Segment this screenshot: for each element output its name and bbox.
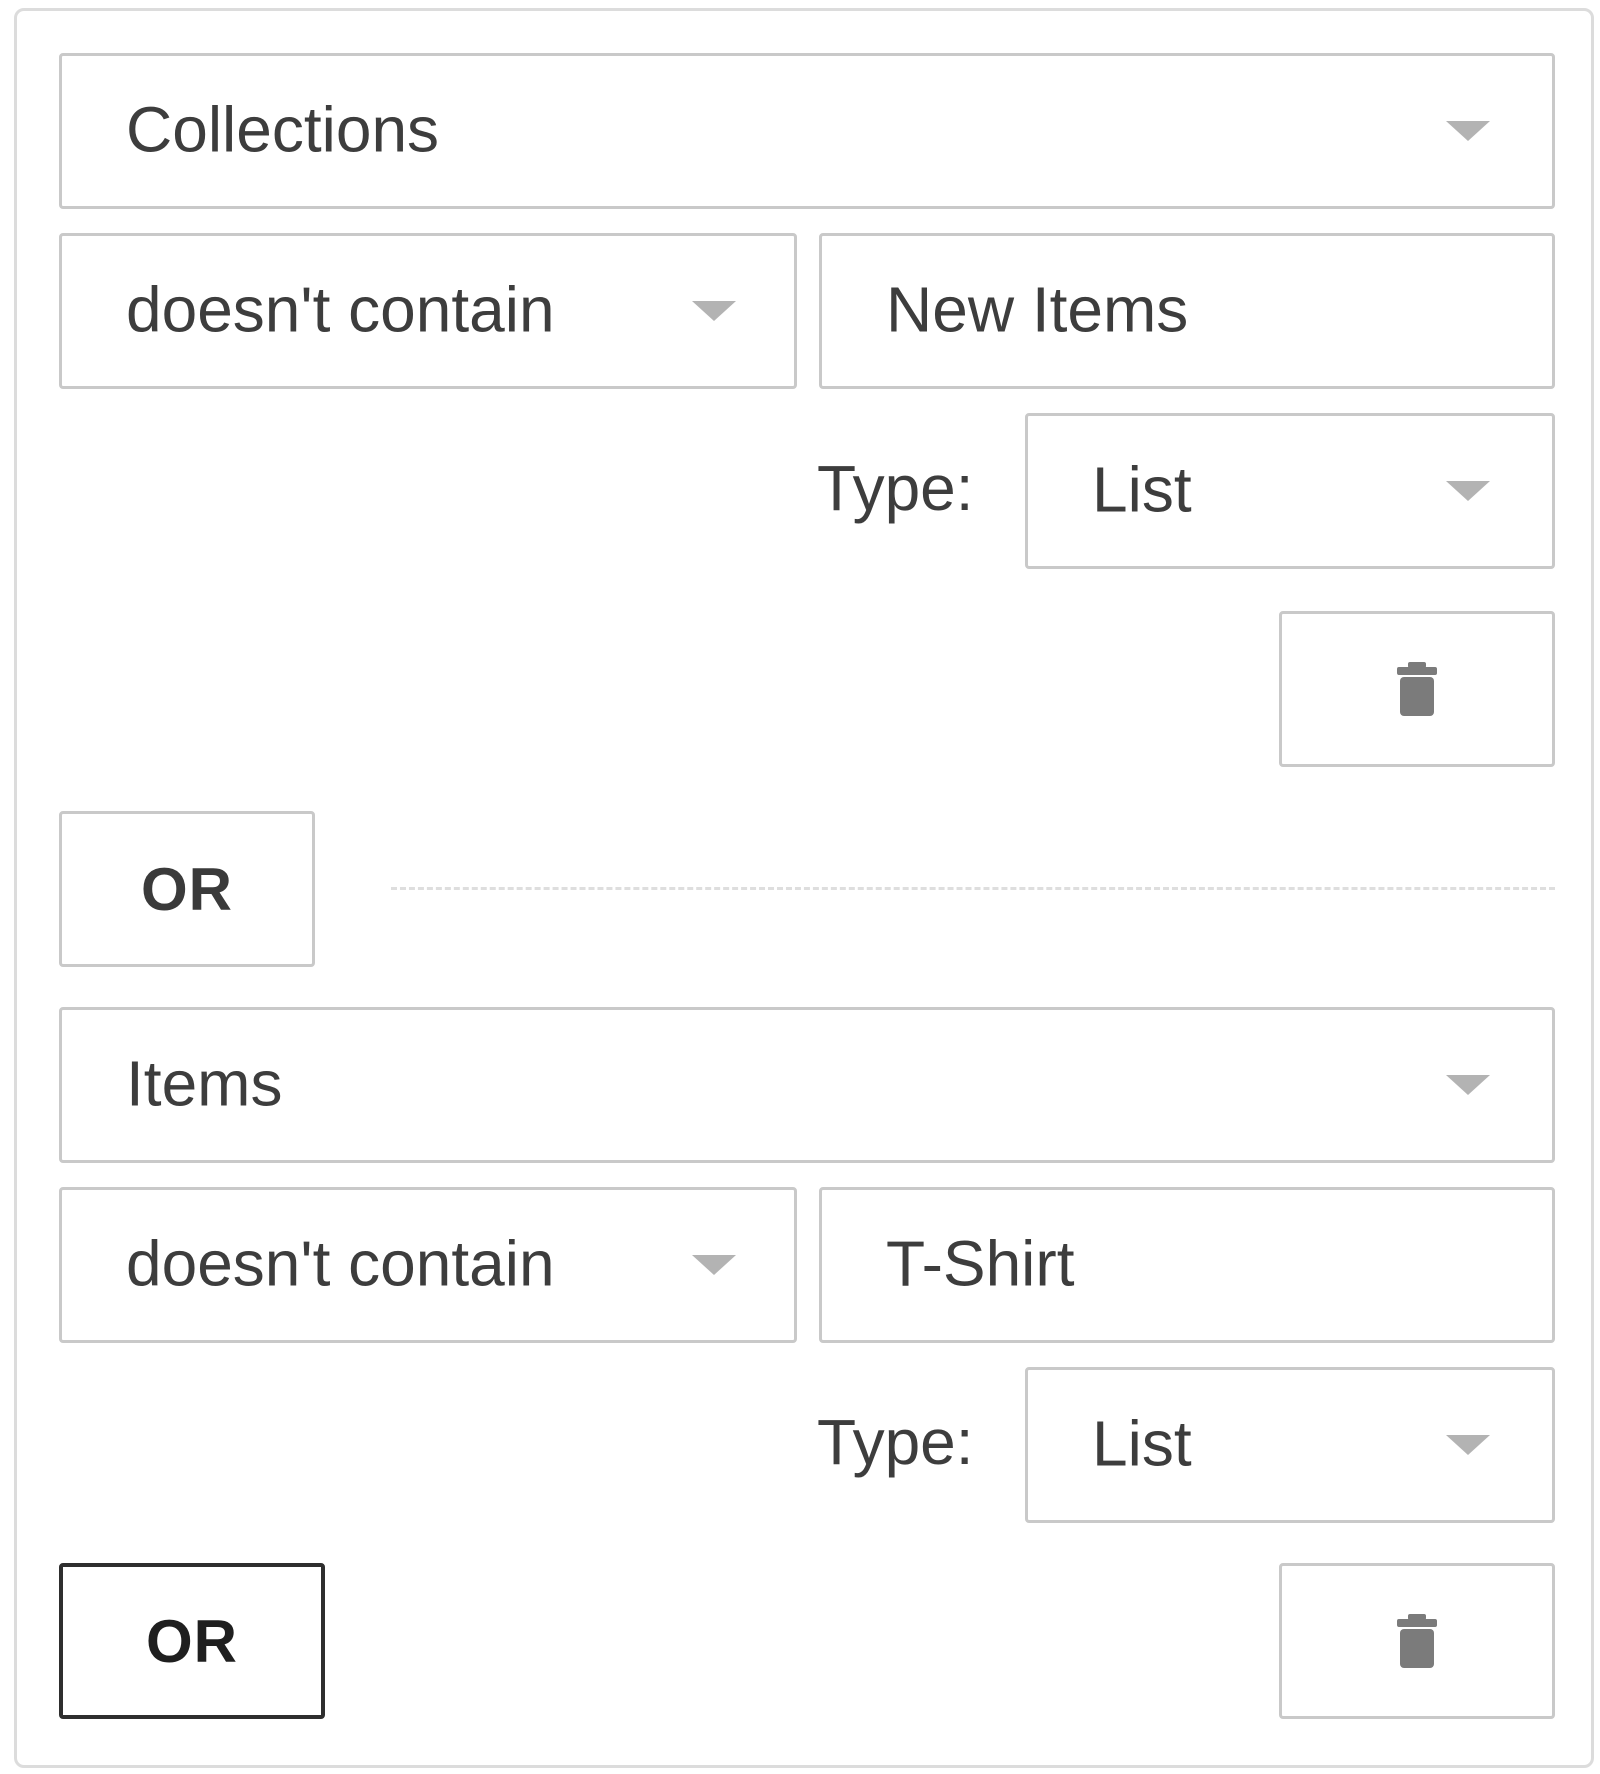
add-or-button[interactable]: OR <box>59 1563 325 1719</box>
value-input-2[interactable]: T-Shirt <box>819 1187 1555 1343</box>
operator-select-value: doesn't contain <box>126 1227 555 1300</box>
operator-select-value: doesn't contain <box>126 273 555 346</box>
field-select-1[interactable]: Collections <box>59 53 1555 209</box>
type-select-2[interactable]: List <box>1025 1367 1555 1523</box>
filter-panel: Collections doesn't contain New Items Ty… <box>14 8 1594 1768</box>
type-select-value: List <box>1092 453 1192 526</box>
chevron-down-icon <box>1446 121 1490 141</box>
add-or-button-label: OR <box>146 1607 238 1675</box>
type-label-1: Type: <box>817 452 974 524</box>
or-button-label: OR <box>141 855 233 923</box>
chevron-down-icon <box>1446 1075 1490 1095</box>
value-input-1[interactable]: New Items <box>819 233 1555 389</box>
type-select-1[interactable]: List <box>1025 413 1555 569</box>
chevron-down-icon <box>1446 481 1490 501</box>
type-select-value: List <box>1092 1407 1192 1480</box>
trash-icon <box>1397 662 1437 716</box>
or-button[interactable]: OR <box>59 811 315 967</box>
delete-condition-button-2[interactable] <box>1279 1563 1555 1719</box>
operator-select-1[interactable]: doesn't contain <box>59 233 797 389</box>
delete-condition-button-1[interactable] <box>1279 611 1555 767</box>
value-input-text: T-Shirt <box>886 1227 1075 1300</box>
condition-divider <box>391 887 1555 890</box>
operator-select-2[interactable]: doesn't contain <box>59 1187 797 1343</box>
field-select-value: Collections <box>126 93 440 166</box>
chevron-down-icon <box>692 1255 736 1275</box>
trash-icon <box>1397 1614 1437 1668</box>
chevron-down-icon <box>692 301 736 321</box>
chevron-down-icon <box>1446 1435 1490 1455</box>
field-select-2[interactable]: Items <box>59 1007 1555 1163</box>
value-input-text: New Items <box>886 273 1189 346</box>
type-label-2: Type: <box>817 1406 974 1478</box>
field-select-value: Items <box>126 1047 283 1120</box>
